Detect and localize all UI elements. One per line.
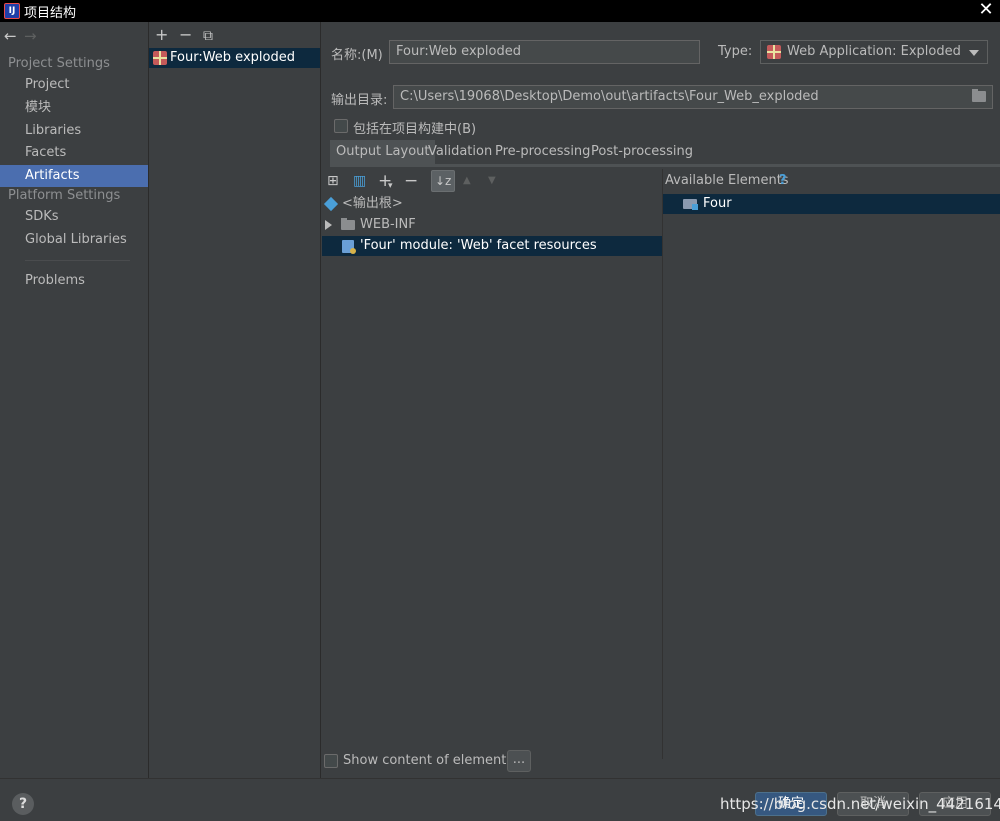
- tree-row-label: WEB-INF: [360, 217, 416, 232]
- name-input[interactable]: Four:Web exploded: [389, 40, 700, 64]
- web-artifact-icon: [767, 45, 781, 59]
- tree-row-root[interactable]: <输出根>: [322, 194, 662, 214]
- tree-row-label: <输出根>: [342, 196, 403, 211]
- nav-item-global-libraries[interactable]: Global Libraries: [0, 229, 148, 251]
- tree-row-web-inf[interactable]: WEB-INF: [322, 215, 662, 235]
- artifact-gift-icon: [153, 51, 167, 65]
- back-arrow-icon[interactable]: ←: [4, 27, 24, 45]
- tab-pre-processing[interactable]: Pre-processing: [489, 140, 596, 166]
- tab-underline: [330, 164, 1000, 167]
- add-dropdown-caret-icon[interactable]: ▾: [388, 178, 393, 194]
- settings-nav: ← → Project Settings Project 模块 Libraries…: [0, 22, 149, 778]
- help-question-icon[interactable]: ?: [779, 173, 787, 188]
- show-content-checkbox[interactable]: [324, 754, 338, 768]
- type-label: Type:: [718, 44, 753, 59]
- nav-item-modules[interactable]: 模块: [0, 97, 148, 119]
- remove-element-icon[interactable]: −: [404, 173, 418, 190]
- platform-settings-header: Platform Settings: [8, 188, 121, 203]
- window-titlebar: IJ 项目结构 ✕: [0, 0, 1000, 22]
- output-dir-value: C:\Users\19068\Desktop\Demo\out\artifact…: [400, 89, 819, 104]
- available-elements-header: Available Elements: [665, 173, 789, 188]
- tree-row-facet-resources[interactable]: 'Four' module: 'Web' facet resources: [322, 236, 662, 256]
- nav-arrows: ← →: [4, 27, 44, 47]
- type-select-value: Web Application: Exploded: [787, 44, 961, 59]
- tab-post-processing[interactable]: Post-processing: [585, 140, 699, 166]
- name-label: 名称:(M): [331, 48, 383, 63]
- nav-item-sdks[interactable]: SDKs: [0, 206, 148, 228]
- artifact-details: 名称:(M) Four:Web exploded Type: Web Appli…: [322, 22, 1000, 778]
- output-dir-label: 输出目录:: [331, 93, 388, 108]
- copy-artifact-icon[interactable]: ⧉: [203, 28, 227, 44]
- nav-item-artifacts[interactable]: Artifacts: [0, 165, 148, 187]
- dialog-footer: ? 确定 取消 应用 https://blog.csdn.net/weixin_…: [0, 778, 1000, 821]
- remove-artifact-icon[interactable]: −: [179, 25, 203, 44]
- close-icon[interactable]: ✕: [976, 0, 996, 22]
- artifact-item-label: Four:Web exploded: [170, 50, 295, 65]
- forward-arrow-icon[interactable]: →: [24, 27, 44, 45]
- tree-row-label: 'Four' module: 'Web' facet resources: [360, 238, 597, 253]
- move-down-icon[interactable]: ▼: [488, 173, 496, 189]
- nav-item-project[interactable]: Project: [0, 74, 148, 96]
- intellij-logo-icon: IJ: [4, 3, 20, 19]
- show-content-label: Show content of elements: [343, 753, 514, 768]
- type-select[interactable]: Web Application: Exploded: [760, 40, 988, 64]
- window-title: 项目结构: [24, 6, 77, 21]
- artifact-item[interactable]: Four:Web exploded: [149, 48, 320, 68]
- expand-arrow-icon[interactable]: [325, 220, 332, 230]
- sort-elements-icon[interactable]: ↓z: [431, 170, 456, 192]
- folder-icon: [341, 218, 355, 230]
- available-item-four[interactable]: Four: [663, 194, 1000, 214]
- show-content-row: Show content of elements ...: [322, 750, 1000, 774]
- output-root-icon: [323, 196, 339, 212]
- artifacts-panel: + − ⧉ Four:Web exploded: [149, 22, 321, 778]
- nav-item-facets[interactable]: Facets: [0, 142, 148, 164]
- watermark-url: https://blog.csdn.net/weixin_44216144: [720, 795, 1000, 813]
- include-in-build-checkbox[interactable]: [334, 119, 348, 133]
- more-options-button[interactable]: ...: [507, 750, 531, 772]
- artifacts-toolbar: + − ⧉: [155, 25, 227, 45]
- nav-divider: [25, 260, 130, 261]
- nav-item-problems[interactable]: Problems: [0, 270, 148, 292]
- create-archive-icon[interactable]: ▥: [353, 173, 366, 189]
- project-settings-header: Project Settings: [8, 56, 110, 71]
- layout-toolbar: ⊞ ▥ + ▾ − ↓z ▲ ▼: [322, 169, 662, 193]
- browse-folder-icon[interactable]: [972, 89, 986, 102]
- tab-output-layout[interactable]: Output Layout: [330, 140, 436, 166]
- module-folder-icon: [683, 199, 698, 210]
- output-layout-tree: <输出根> WEB-INF 'Four' module: 'Web' facet…: [322, 194, 662, 754]
- nav-item-libraries[interactable]: Libraries: [0, 120, 148, 142]
- help-icon[interactable]: ?: [12, 793, 34, 815]
- move-up-icon[interactable]: ▲: [463, 173, 471, 189]
- tab-validation[interactable]: Validation: [422, 140, 498, 166]
- add-artifact-icon[interactable]: +: [155, 25, 179, 44]
- chevron-down-icon: [969, 50, 979, 56]
- available-item-label: Four: [703, 196, 732, 211]
- available-elements-panel: Available Elements ? Four: [662, 169, 1000, 759]
- include-in-build-label: 包括在项目构建中(B): [353, 122, 477, 137]
- facet-resources-icon: [342, 240, 356, 254]
- output-dir-input[interactable]: C:\Users\19068\Desktop\Demo\out\artifact…: [393, 85, 993, 109]
- new-directory-icon[interactable]: ⊞: [327, 173, 339, 189]
